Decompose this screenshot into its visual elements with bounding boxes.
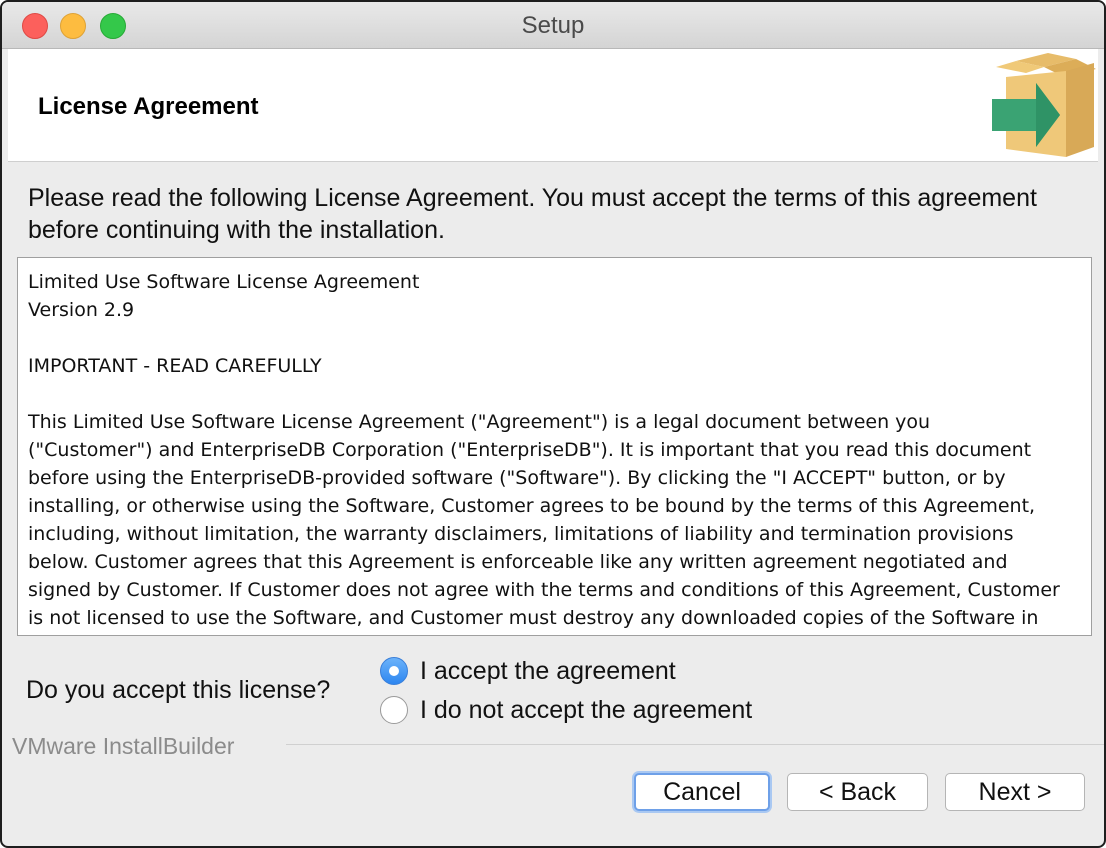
install-box-arrow-icon (992, 53, 1096, 157)
installer-brand: VMware InstallBuilder (12, 733, 235, 759)
cancel-button[interactable]: Cancel (634, 773, 770, 811)
accept-radio-option[interactable]: I accept the agreement (380, 655, 676, 687)
next-button[interactable]: Next > (945, 773, 1085, 811)
intro-text: Please read the following License Agreem… (28, 184, 1037, 244)
license-text: Limited Use Software License Agreement V… (28, 271, 1060, 629)
page-title: License Agreement (38, 93, 259, 120)
accept-question: Do you accept this license? (26, 676, 331, 704)
header-panel: License Agreement (8, 49, 1098, 162)
title-bar[interactable]: Setup (2, 2, 1104, 49)
radio-selected-icon[interactable] (380, 657, 408, 685)
decline-radio-option[interactable]: I do not accept the agreement (380, 694, 752, 726)
setup-window: Setup License Agreement Please read the … (0, 0, 1106, 848)
footer-divider (286, 744, 1104, 745)
license-textarea[interactable]: Limited Use Software License Agreement V… (17, 257, 1092, 636)
radio-unselected-icon[interactable] (380, 696, 408, 724)
decline-label[interactable]: I do not accept the agreement (420, 696, 752, 725)
window-title: Setup (521, 12, 585, 39)
accept-label[interactable]: I accept the agreement (420, 657, 676, 686)
back-button[interactable]: < Back (787, 773, 928, 811)
